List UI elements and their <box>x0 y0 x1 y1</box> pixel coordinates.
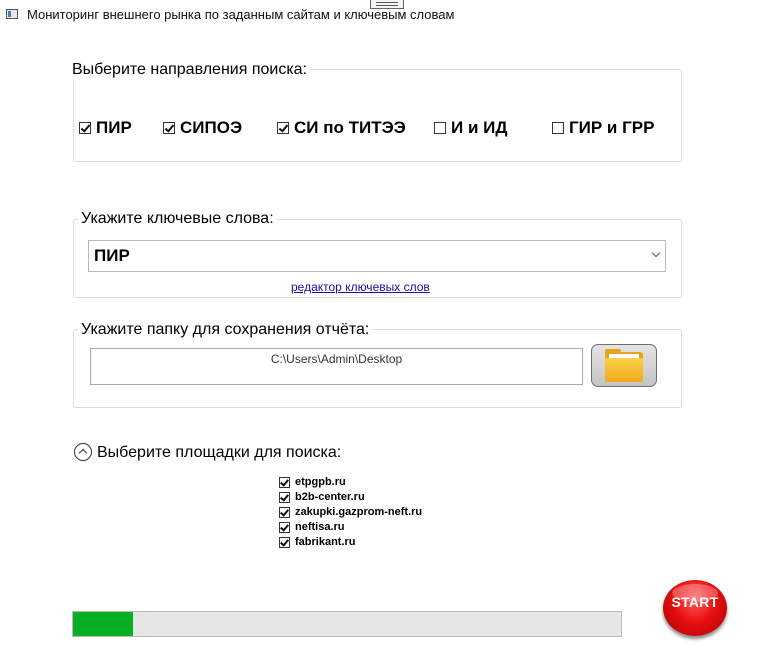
keywords-selected-value: ПИР <box>94 246 130 265</box>
site-label: zakupki.gazprom-neft.ru <box>295 506 423 518</box>
site-checkbox-neftisa[interactable]: neftisa.ru <box>279 521 345 533</box>
start-label: START <box>671 594 719 610</box>
chevron-down-icon[interactable] <box>651 248 661 258</box>
checkbox-icon[interactable] <box>163 122 175 134</box>
keywords-combobox[interactable]: ПИР <box>88 240 666 272</box>
title-bar: Мониторинг внешнего рынка по заданным са… <box>0 0 781 30</box>
keyword-editor-link[interactable]: редактор ключевых слов <box>291 280 430 294</box>
site-label: neftisa.ru <box>295 521 345 533</box>
browse-folder-button[interactable] <box>591 344 657 387</box>
progress-bar <box>72 611 622 637</box>
direction-label: ГИР и ГРР <box>569 118 655 137</box>
directions-group <box>73 69 682 162</box>
checkbox-icon[interactable] <box>279 536 290 548</box>
folder-path-field[interactable]: C:\Users\Admin\Desktop <box>90 348 583 385</box>
site-label: b2b-center.ru <box>295 491 365 503</box>
keywords-label: Укажите ключевые слова: <box>78 210 277 228</box>
checkbox-icon[interactable] <box>79 122 91 134</box>
direction-label: И и ИД <box>451 118 508 137</box>
directions-label: Выберите направления поиска: <box>69 61 311 79</box>
site-checkbox-zakupki-gazprom-neft[interactable]: zakupki.gazprom-neft.ru <box>279 506 422 518</box>
checkbox-icon[interactable] <box>279 476 290 488</box>
checkbox-icon[interactable] <box>434 122 446 134</box>
direction-checkbox-sipoe[interactable]: СИПОЭ <box>163 118 242 138</box>
site-label: fabrikant.ru <box>295 536 356 548</box>
collapse-chevron-up-icon[interactable] <box>74 443 92 461</box>
direction-label: СИ по ТИТЭЭ <box>294 118 406 137</box>
direction-checkbox-si-titee[interactable]: СИ по ТИТЭЭ <box>277 118 406 138</box>
site-checkbox-b2b-center[interactable]: b2b-center.ru <box>279 491 365 503</box>
sites-label: Выберите площадки для поиска: <box>97 444 342 461</box>
direction-label: ПИР <box>96 118 132 137</box>
progress-fill <box>73 612 134 636</box>
checkbox-icon[interactable] <box>552 122 564 134</box>
checkbox-icon[interactable] <box>279 521 290 533</box>
site-checkbox-etpgpb[interactable]: etpgpb.ru <box>279 476 346 488</box>
grip-handle-icon[interactable] <box>370 0 404 9</box>
direction-checkbox-pir[interactable]: ПИР <box>79 118 132 138</box>
start-button[interactable]: START <box>663 580 727 636</box>
checkbox-icon[interactable] <box>279 506 290 518</box>
direction-checkbox-i-id[interactable]: И и ИД <box>434 118 507 138</box>
app-icon <box>6 9 18 19</box>
checkbox-icon[interactable] <box>277 122 289 134</box>
site-label: etpgpb.ru <box>295 476 346 488</box>
checkbox-icon[interactable] <box>279 491 290 503</box>
site-checkbox-fabrikant[interactable]: fabrikant.ru <box>279 536 356 548</box>
direction-label: СИПОЭ <box>180 118 243 137</box>
folder-label: Укажите папку для сохранения отчёта: <box>78 321 373 339</box>
direction-checkbox-gir-grr[interactable]: ГИР и ГРР <box>552 118 654 138</box>
folder-path-text: C:\Users\Admin\Desktop <box>270 352 403 366</box>
window-title: Мониторинг внешнего рынка по заданным са… <box>27 7 455 22</box>
